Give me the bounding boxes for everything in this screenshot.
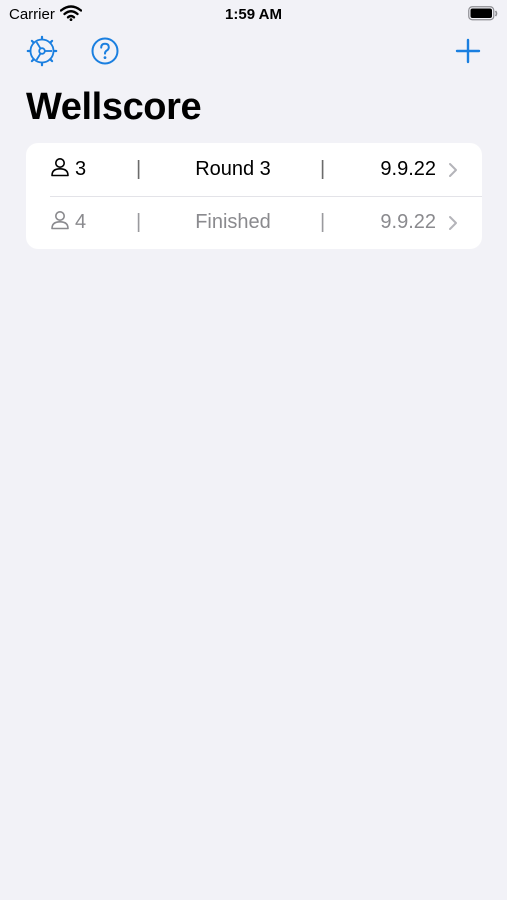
- settings-gear-icon: [26, 35, 58, 72]
- plus-icon: [455, 38, 481, 69]
- player-count: 4: [75, 211, 87, 233]
- person-icon: [50, 210, 75, 236]
- games-list: 3 | Round 3 | 9.9.22 4 | Finished | 9.9.…: [26, 143, 482, 249]
- player-count: 3: [75, 158, 87, 180]
- separator: |: [320, 211, 326, 233]
- person-icon: [50, 157, 75, 183]
- page-title: Wellscore: [26, 86, 202, 128]
- chevron-right-icon: [448, 143, 458, 196]
- players-cell: 3: [50, 143, 86, 196]
- help-circle-icon: [90, 36, 120, 71]
- game-status: Round 3: [195, 158, 271, 180]
- battery-icon: [468, 6, 498, 26]
- game-date: 9.9.22: [380, 158, 436, 180]
- status-bar: Carrier 1:59 AM: [0, 0, 507, 28]
- game-row[interactable]: 3 | Round 3 | 9.9.22: [26, 143, 482, 196]
- game-status: Finished: [195, 211, 271, 233]
- help-button[interactable]: [88, 36, 122, 70]
- separator: |: [136, 158, 142, 180]
- add-game-button[interactable]: [451, 36, 485, 70]
- status-time: 1:59 AM: [225, 6, 282, 23]
- game-date: 9.9.22: [380, 211, 436, 233]
- game-row[interactable]: 4 | Finished | 9.9.22: [26, 196, 482, 249]
- chevron-right-icon: [448, 196, 458, 249]
- separator: |: [320, 158, 326, 180]
- settings-button[interactable]: [25, 35, 59, 72]
- separator: |: [136, 211, 142, 233]
- players-cell: 4: [50, 196, 86, 249]
